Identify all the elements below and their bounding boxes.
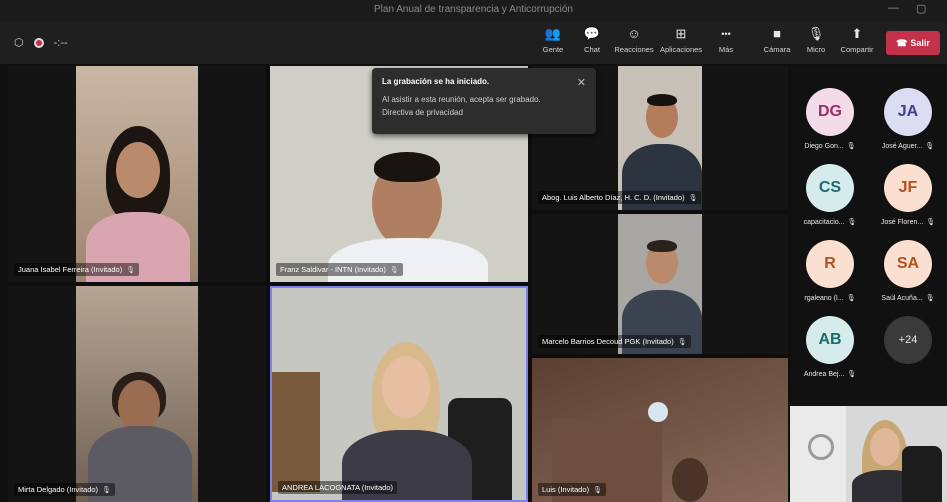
avatar: JF — [884, 164, 932, 212]
avatar: R — [806, 240, 854, 288]
roster-item[interactable]: AB Andrea Bej... 🎙 — [791, 316, 869, 378]
participant-name: Franz Saldivar - INTN (Invitado) 🎙 — [276, 263, 403, 276]
meeting-status: ⬡ -:-- — [14, 36, 68, 50]
participant-name: Mirta Delgado (Invitado) 🎙 — [14, 483, 115, 496]
participant-name: ANDREA LACOGNATA (Invitado) — [278, 481, 398, 494]
apps-button[interactable]: ⊞ Aplicaciones — [657, 26, 705, 60]
mic-off-icon: 🎙 — [846, 143, 856, 150]
overflow-count: +24 — [884, 316, 932, 364]
notification-title: La grabación se ha iniciado. — [382, 77, 490, 86]
video-tile[interactable]: Marcelo Barrios Decoud PGK (Invitado) 🎙 — [532, 214, 788, 354]
meeting-toolbar: ⬡ -:-- 👥 Gente 💬 Chat ☺ Reacciones ⊞ Apl… — [0, 22, 947, 64]
roster-item[interactable]: DG Diego Gon... 🎙 — [791, 88, 869, 150]
roster-item[interactable]: JA José Aguer... 🎙 — [869, 88, 947, 150]
share-button[interactable]: ⬆ Compartir — [838, 26, 876, 60]
mic-off-icon: 🎙 — [102, 487, 111, 494]
participant-name: Marcelo Barrios Decoud PGK (Invitado) 🎙 — [538, 335, 691, 348]
maximize-button[interactable]: ▢ — [916, 2, 926, 15]
video-tile-active[interactable]: ANDREA LACOGNATA (Invitado) — [270, 286, 528, 502]
mic-off-icon: 🎙 — [846, 295, 856, 302]
participant-name: Luis (Invitado) 🎙 — [538, 483, 606, 496]
shield-icon: ⬡ — [14, 37, 24, 49]
roster-item[interactable]: JF José Floren... 🎙 — [869, 164, 947, 226]
chat-button[interactable]: 💬 Chat — [580, 26, 604, 60]
camera-button[interactable]: ■ Cámara — [762, 26, 792, 60]
roster-item[interactable]: SA Saúl Acuña... 🎙 — [869, 240, 947, 302]
mic-off-icon: 🎙 — [925, 295, 935, 302]
mic-off-icon: 🎙 — [926, 219, 936, 226]
chat-icon: 💬 — [583, 26, 601, 41]
video-tile[interactable]: Luis (Invitado) 🎙 — [532, 358, 788, 502]
privacy-policy-link[interactable]: Directiva de privacidad — [382, 108, 463, 117]
apps-icon: ⊞ — [675, 26, 687, 41]
window-title: Plan Anual de transparencia y Anticorrup… — [373, 4, 573, 15]
mic-off-icon: 🎙 — [677, 339, 687, 346]
more-icon: ••• — [721, 29, 731, 39]
close-icon[interactable]: ✕ — [577, 76, 586, 89]
avatar: DG — [806, 88, 854, 136]
participant-roster: DG Diego Gon... 🎙 JA José Aguer... 🎙 CS ca… — [791, 66, 947, 406]
mic-icon: 🎙 — [807, 26, 825, 41]
roster-item[interactable]: R rgaleano (I... 🎙 — [791, 240, 869, 302]
phone-icon: ☎ — [896, 37, 908, 48]
more-button[interactable]: ••• Más — [714, 26, 738, 60]
participant-name: Juana Isabel Ferreira (Invitado) 🎙 — [14, 263, 140, 276]
roster-item[interactable]: CS capacitacio... 🎙 — [791, 164, 869, 226]
share-icon: ⬆ — [851, 26, 863, 41]
video-tile[interactable]: Mirta Delgado (Invitado) 🎙 — [8, 286, 266, 502]
mic-off-icon: 🎙 — [389, 267, 399, 274]
recording-icon — [33, 37, 44, 48]
mic-off-icon: 🎙 — [593, 487, 602, 494]
people-icon: 👥 — [544, 26, 562, 41]
people-button[interactable]: 👥 Gente — [539, 26, 567, 60]
self-view[interactable] — [790, 406, 947, 502]
more-participants-button[interactable]: +24 — [869, 316, 947, 364]
reactions-button[interactable]: ☺ Reacciones — [612, 26, 656, 60]
mic-off-icon: 🎙 — [847, 219, 857, 226]
avatar: AB — [806, 316, 854, 364]
camera-icon: ■ — [773, 26, 781, 41]
recording-notification: La grabación se ha iniciado. Al asistir … — [372, 68, 596, 134]
reactions-icon: ☺ — [627, 26, 641, 41]
mic-button[interactable]: 🎙 Micro — [803, 26, 829, 60]
mic-off-icon: 🎙 — [126, 267, 136, 274]
avatar: CS — [806, 164, 854, 212]
notification-message: Al asistir a esta reunión, acepta ser gr… — [382, 95, 541, 104]
avatar: SA — [884, 240, 932, 288]
minimize-button[interactable]: — — [888, 2, 899, 14]
participant-name: Abog. Luis Alberto Díaz, H. C. D. (Invit… — [538, 191, 702, 204]
mic-off-icon: 🎙 — [847, 371, 857, 378]
title-bar: Plan Anual de transparencia y Anticorrup… — [0, 0, 947, 22]
meeting-timer: -:-- — [53, 36, 68, 49]
avatar: JA — [884, 88, 932, 136]
mic-off-icon: 🎙 — [925, 143, 935, 150]
leave-button[interactable]: ☎ Salir — [886, 31, 940, 55]
video-tile[interactable]: Juana Isabel Ferreira (Invitado) 🎙 — [8, 66, 266, 282]
mic-off-icon: 🎙 — [688, 195, 698, 202]
